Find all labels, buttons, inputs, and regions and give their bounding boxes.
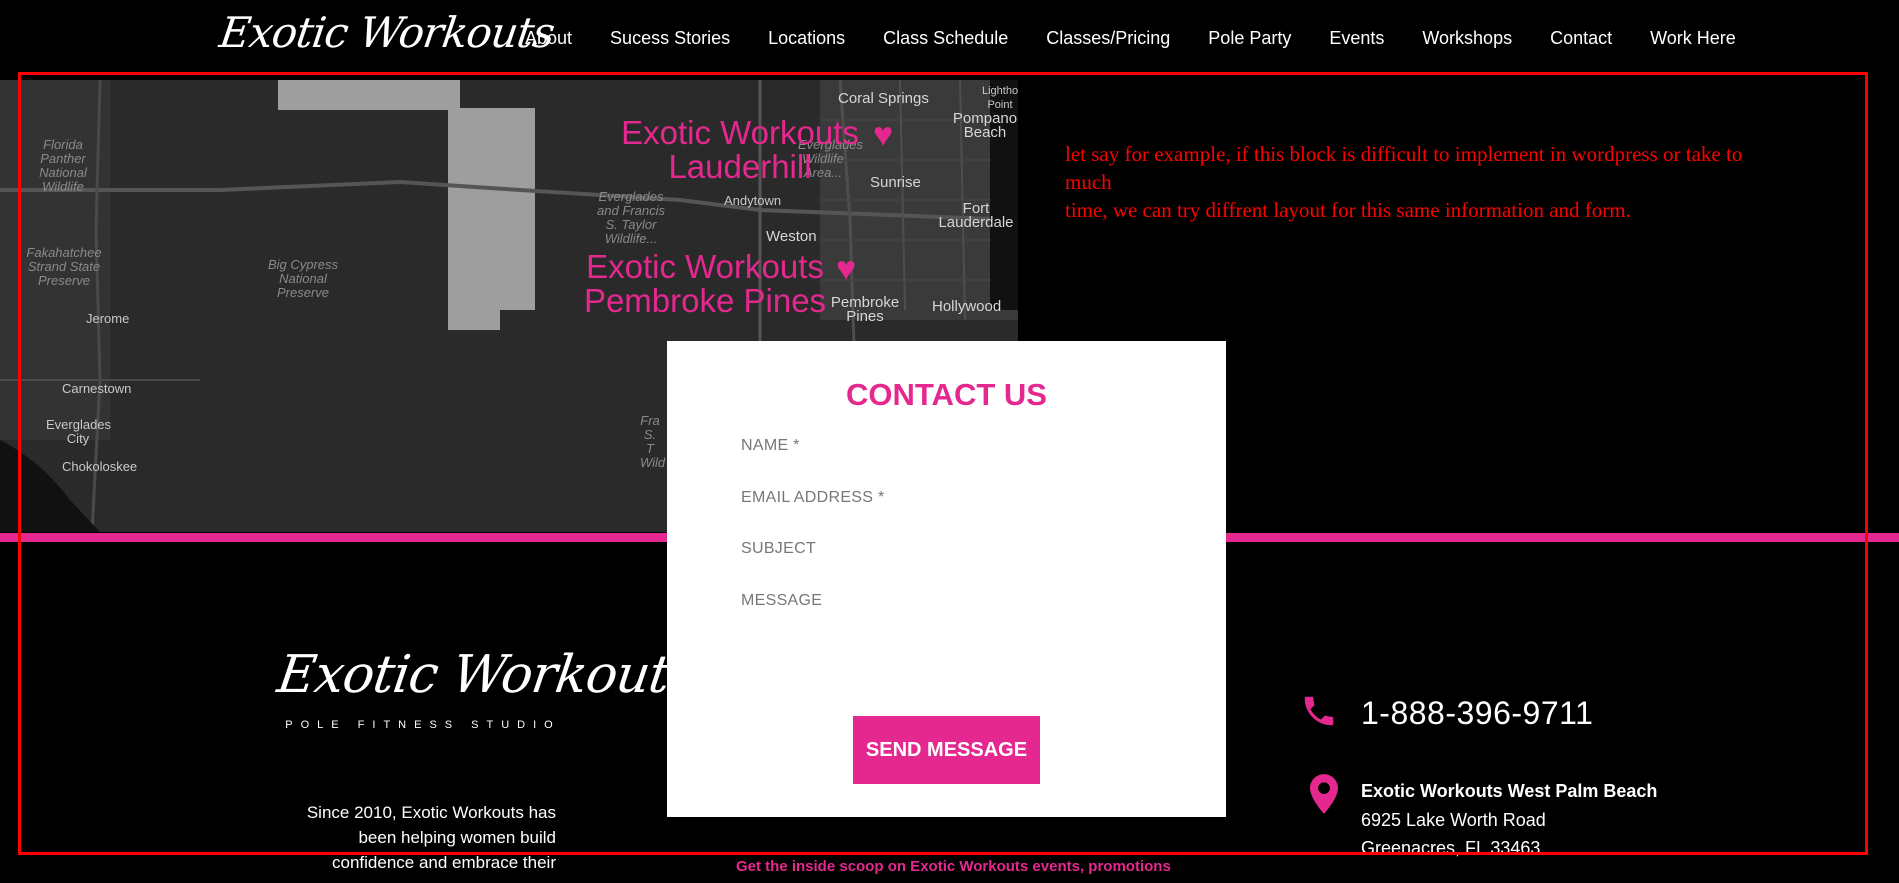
map-label-hollywood: Hollywood — [932, 298, 1002, 315]
nav-class-schedule[interactable]: Class Schedule — [864, 28, 1027, 49]
nav-locations[interactable]: Locations — [749, 28, 864, 49]
pin-pembroke-line1: Exotic Workouts — [586, 248, 824, 285]
nav-classes-pricing[interactable]: Classes/Pricing — [1027, 28, 1189, 49]
nav-workshops[interactable]: Workshops — [1403, 28, 1531, 49]
map-label-weston: Weston — [766, 228, 817, 245]
message-field[interactable] — [739, 584, 1163, 618]
map-label-chokoloskee: Chokoloskee — [62, 459, 138, 474]
heart-icon: ♥ — [836, 250, 857, 288]
map-label-coral-springs: Coral Springs — [838, 90, 929, 107]
address-name: Exotic Workouts West Palm Beach — [1361, 781, 1658, 801]
about-text: Since 2010, Exotic Workouts has been hel… — [306, 803, 556, 872]
map-label-florida-panther: Florida Panther National Wildlife — [39, 137, 87, 194]
footer-logo-tagline: POLE FITNESS STUDIO — [285, 719, 561, 731]
contact-form: CONTACT US SEND MESSAGE — [667, 341, 1226, 817]
map-label-fra: Fra S. T Wild — [640, 413, 666, 470]
footer-logo-script: Exotic Workouts — [273, 645, 699, 705]
phone-number[interactable]: 1-888-396-9711 — [1361, 695, 1593, 732]
map-label-fakahatchee: Fakahatchee Strand State Preserve — [26, 245, 102, 288]
nav-success-stories[interactable]: Sucess Stories — [591, 28, 749, 49]
map-label-jerome: Jerome — [86, 311, 130, 326]
address-line1: 6925 Lake Worth Road — [1361, 810, 1546, 830]
name-field[interactable] — [739, 429, 1163, 463]
nav-events[interactable]: Events — [1310, 28, 1403, 49]
map-label-everglades-francis: Everglades and Francis S. Taylor Wildlif… — [597, 189, 665, 246]
nav-work-here[interactable]: Work Here — [1631, 28, 1755, 49]
pin-lauderhill-line1: Exotic Workouts — [621, 114, 859, 151]
footer-logo: Exotic Workouts POLE FITNESS STUDIO — [274, 645, 699, 731]
map-label-andytown: Andytown — [724, 193, 782, 208]
heart-icon: ♥ — [873, 116, 894, 154]
address-line2: Greenacres, FL 33463 — [1361, 838, 1541, 858]
site-header: Exotic Workouts About Sucess Stories Loc… — [0, 0, 1899, 80]
nav-about[interactable]: About — [506, 28, 591, 49]
pin-lauderhill[interactable]: Exotic Workouts Lauderhill — [600, 116, 880, 184]
annotation-line2: time, we can try diffrent layout for thi… — [1065, 198, 1631, 222]
map-label-fort-lauderdale: Fort Lauderdale — [938, 200, 1014, 231]
newsletter-teaser: Get the inside scoop on Exotic Workouts … — [736, 858, 1171, 875]
subject-field[interactable] — [739, 532, 1163, 566]
pin-pembroke[interactable]: Exotic Workouts Pembroke Pines — [574, 250, 836, 318]
pin-lauderhill-line2: Lauderhill — [668, 148, 812, 185]
email-field[interactable] — [739, 481, 1163, 515]
nav-pole-party[interactable]: Pole Party — [1189, 28, 1310, 49]
annotation-note: let say for example, if this block is di… — [1065, 140, 1765, 224]
map-label-pompano-beach: Pompano Beach — [952, 110, 1018, 141]
pin-pembroke-line2: Pembroke Pines — [583, 282, 827, 319]
contact-form-title: CONTACT US — [846, 377, 1047, 412]
location-pin-icon — [1310, 774, 1338, 814]
main-nav: About Sucess Stories Locations Class Sch… — [506, 28, 1755, 49]
phone-icon — [1304, 696, 1334, 726]
annotation-line1: let say for example, if this block is di… — [1065, 142, 1743, 194]
map-label-everglades-city: Everglades City — [46, 417, 112, 446]
map-label-lighthouse-point: Lighthouse Point — [982, 85, 1018, 111]
map-label-carnestown: Carnestown — [62, 381, 132, 396]
map-label-big-cypress: Big Cypress National Preserve — [267, 257, 339, 300]
send-message-button[interactable]: SEND MESSAGE — [853, 716, 1040, 784]
map-label-pembroke-pines: Pembroke Pines — [830, 294, 900, 325]
nav-contact[interactable]: Contact — [1531, 28, 1631, 49]
